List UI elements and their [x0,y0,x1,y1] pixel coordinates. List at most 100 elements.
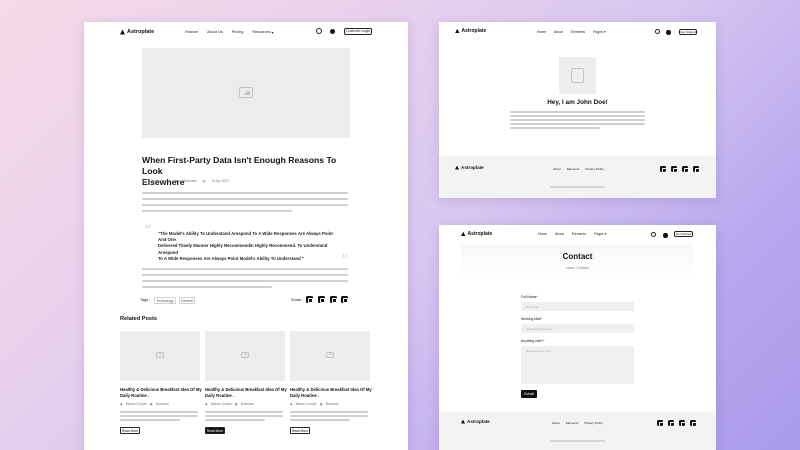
nav-about-us[interactable]: About Us [207,30,223,35]
related-posts-heading: Related Posts [120,316,157,322]
twitter-icon[interactable] [657,420,664,427]
nav-elements[interactable]: Elements [572,232,586,236]
footer-brand-logo[interactable]: Astroplate [461,419,490,424]
brand-name: Astroplate [467,419,490,424]
chevron-down-icon: ▾ [603,30,606,34]
related-post-title[interactable]: Healthy & Delicious Breakfast Idea Of My… [205,387,287,399]
brand-name: Astroplate [467,231,493,237]
instagram-icon[interactable] [671,166,678,173]
github-icon[interactable] [679,420,686,427]
footer-link-elements[interactable]: Elements [567,167,580,171]
brand-logo[interactable]: Astroplate [120,29,154,35]
related-post-author[interactable]: Mason Cooper [211,402,232,406]
read-more-label: Read More [206,429,224,433]
linkedin-icon[interactable] [330,296,338,304]
github-icon[interactable] [682,166,689,173]
related-post-title[interactable]: Healthy & Delicious Breakfast Idea Of My… [290,387,372,399]
nav-resources[interactable]: Resources [252,30,270,35]
nav-home[interactable]: Home [538,232,547,236]
related-post-title[interactable]: Healthy & Delicious Breakfast Idea Of My… [120,387,202,399]
nav-pages[interactable]: Pages [594,232,604,236]
tag-technology[interactable]: Technology [154,297,176,304]
chevron-down-icon: ▾ [604,232,607,236]
linkedin-icon[interactable] [690,420,697,427]
nav-elements[interactable]: Elements [571,30,585,34]
breadcrumb-home[interactable]: Home [566,266,575,270]
related-post-card: Healthy & Delicious Breakfast Idea Of My… [120,331,202,450]
full-name-field[interactable]: John Doe [521,302,634,311]
meta-category[interactable]: Business [184,179,197,183]
nav-about[interactable]: About [554,30,563,34]
linkedin-icon[interactable] [693,166,700,173]
related-post-image [290,331,370,381]
related-post-category[interactable]: Business [241,402,254,406]
tag-general[interactable]: General [179,297,195,304]
full-name-label: Full Name* [521,295,538,299]
nav-pages[interactable]: Pages [593,30,603,34]
post-title: When First-Party Data Isn't Enough Reaso… [142,155,357,188]
read-more-button[interactable]: Read More [205,427,225,434]
featured-image [142,48,350,138]
category-icon: ▣ [149,402,153,406]
theme-toggle-icon[interactable] [663,233,668,238]
pinterest-icon[interactable] [341,296,349,304]
read-more-button[interactable]: Read More [290,427,310,434]
author-icon: ◉ [120,402,123,406]
email-field[interactable]: john.doe@email.com [521,324,634,333]
get-started-button[interactable]: Get Started [674,231,693,237]
search-icon[interactable] [316,28,322,34]
footer-link-about[interactable]: About [553,167,561,171]
theme-toggle-icon[interactable] [330,29,335,34]
related-post-author[interactable]: Mason Cooper [126,402,147,406]
twitter-icon[interactable] [318,296,326,304]
facebook-icon[interactable] [306,296,314,304]
breadcrumb-separator: / [575,266,577,270]
meta-author[interactable]: Jacob Jones [151,179,169,183]
nav-pricing[interactable]: Pricing [232,30,244,35]
image-placeholder-icon [241,352,249,358]
footer-link-privacy-policy[interactable]: Privacy Policy [584,421,603,425]
required-mark: * [543,339,545,343]
message-textarea[interactable]: Message goes here... [521,346,634,384]
related-post-title-line-2: Daily Routine . [205,393,235,398]
breadcrumb: Home / Contact [461,266,694,270]
get-started-button[interactable]: Get Started [679,29,697,35]
related-post-author[interactable]: Mason Cooper [296,402,317,406]
nav-feature[interactable]: Feature [185,30,198,35]
image-placeholder-icon [156,352,164,358]
brand-logo[interactable]: Astroplate [455,28,486,34]
customer-login-label: Customer Login [346,29,370,33]
nav-home[interactable]: Home [537,30,546,34]
calendar-icon: ▤ [202,179,206,183]
quote-close-icon: ” [340,253,348,269]
quote-text: "The Model's Ability To Understand Aresp… [158,231,338,262]
main-nav: Home About Elements Pages ▾ [538,232,606,236]
blockquote: “ ” "The Model's Ability To Understand A… [142,223,350,269]
related-post-category[interactable]: Business [326,402,339,406]
submit-button[interactable]: Submit [521,390,537,398]
customer-login-button[interactable]: Customer Login [344,28,372,35]
twitter-icon[interactable] [660,166,667,173]
footer-link-about[interactable]: About [552,421,560,425]
related-post-category[interactable]: Business [156,402,169,406]
brand-name: Astroplate [461,165,484,170]
main-nav: Feature About Us Pricing Resources ▾ [185,30,273,35]
footer-link-privacy-policy[interactable]: Privacy Policy [585,167,604,171]
nav-about[interactable]: About [555,232,564,236]
author-page-preview: Astroplate Home About Elements Pages ▾ G… [439,22,716,198]
related-post-meta: ◉ Mason Cooper ▣ Business [290,402,339,406]
brand-logo[interactable]: Astroplate [461,231,492,237]
read-more-label: Read More [121,429,139,433]
footer-link-elements[interactable]: Elements [566,421,579,425]
related-post-image [205,331,285,381]
theme-toggle-icon[interactable] [666,30,671,35]
logo-mark-icon [120,29,125,35]
instagram-icon[interactable] [668,420,675,427]
get-started-label: Get Started [680,30,696,34]
user-placeholder-icon [571,68,584,83]
footer-brand-logo[interactable]: Astroplate [455,165,484,170]
read-more-button[interactable]: Read More [120,427,140,434]
search-icon[interactable] [651,232,656,237]
search-icon[interactable] [655,29,660,34]
contact-page-preview: Astroplate Home About Elements Pages ▾ G… [439,225,716,450]
